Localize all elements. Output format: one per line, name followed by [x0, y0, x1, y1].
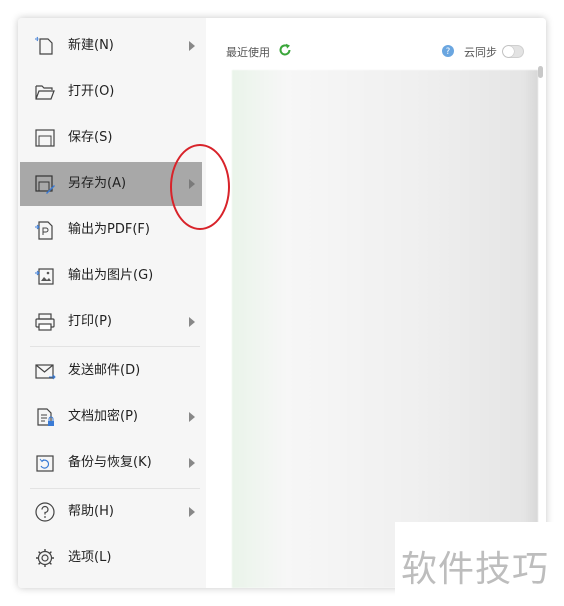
file-menu: 新建(N) 打开(O) 保存(S) 另存为(A) 输出为PDF(F) 输出为图片…: [18, 18, 206, 588]
export-image-icon: [35, 268, 54, 285]
menu-item-options[interactable]: 选项(L): [20, 536, 202, 580]
menu-item-export-pdf[interactable]: 输出为PDF(F): [20, 208, 202, 252]
highlight-circle: [170, 144, 230, 230]
watermark-text: 软件技巧: [401, 549, 550, 590]
toggle-knob: [503, 46, 514, 57]
encrypt-document-icon: [37, 408, 54, 426]
menu-divider: [30, 488, 200, 489]
menu-item-encrypt[interactable]: 文档加密(P): [20, 395, 202, 439]
menu-item-send-mail[interactable]: 发送邮件(D): [20, 349, 202, 393]
refresh-icon[interactable]: [278, 43, 292, 57]
menu-item-label: 打开(O): [68, 84, 115, 99]
menu-item-export-image[interactable]: 输出为图片(G): [20, 254, 202, 298]
folder-open-icon: [35, 85, 55, 100]
recent-files-label: 最近使用: [226, 46, 270, 59]
chevron-right-icon: [189, 412, 195, 422]
watermark: 软件技巧: [395, 522, 564, 606]
menu-divider: [30, 346, 200, 347]
mail-icon: [35, 364, 56, 380]
svg-text:?: ?: [446, 47, 451, 57]
menu-item-label: 打印(P): [68, 314, 112, 329]
menu-item-label: 输出为图片(G): [68, 268, 154, 283]
menu-item-backup-restore[interactable]: 备份与恢复(K): [20, 441, 202, 485]
menu-item-label: 另存为(A): [68, 176, 127, 191]
menu-item-label: 文档加密(P): [68, 409, 138, 424]
menu-item-label: 新建(N): [68, 38, 114, 53]
menu-item-label: 备份与恢复(K): [68, 455, 152, 470]
help-circle-icon: [35, 502, 55, 522]
menu-item-open[interactable]: 打开(O): [20, 70, 202, 114]
chevron-right-icon: [189, 458, 195, 468]
save-icon: [35, 129, 55, 147]
chevron-right-icon: [189, 507, 195, 517]
printer-icon: [35, 313, 55, 331]
export-pdf-icon: [35, 221, 53, 240]
chevron-right-icon: [189, 41, 195, 51]
file-menu-window: 新建(N) 打开(O) 保存(S) 另存为(A) 输出为PDF(F) 输出为图片…: [18, 18, 546, 588]
recent-files-list[interactable]: [232, 70, 538, 588]
cloud-sync-toggle[interactable]: [502, 45, 524, 58]
menu-item-label: 选项(L): [68, 550, 112, 565]
menu-item-label: 发送邮件(D): [68, 363, 141, 378]
menu-item-label: 帮助(H): [68, 504, 114, 519]
menu-item-print[interactable]: 打印(P): [20, 300, 202, 344]
menu-item-label: 保存(S): [68, 130, 113, 145]
backup-restore-icon: [36, 455, 54, 472]
recent-panel: 最近使用 ? 云同步: [206, 18, 546, 588]
chevron-right-icon: [189, 317, 195, 327]
menu-item-help[interactable]: 帮助(H): [20, 490, 202, 534]
gear-icon: [36, 549, 54, 567]
scrollbar[interactable]: [538, 66, 543, 78]
new-file-icon: [35, 36, 53, 55]
cloud-sync-label: 云同步: [464, 46, 497, 59]
menu-item-save[interactable]: 保存(S): [20, 116, 202, 160]
menu-item-new[interactable]: 新建(N): [20, 24, 202, 68]
save-as-icon: [35, 175, 55, 194]
help-icon[interactable]: ?: [442, 45, 454, 57]
menu-item-label: 输出为PDF(F): [68, 222, 150, 237]
